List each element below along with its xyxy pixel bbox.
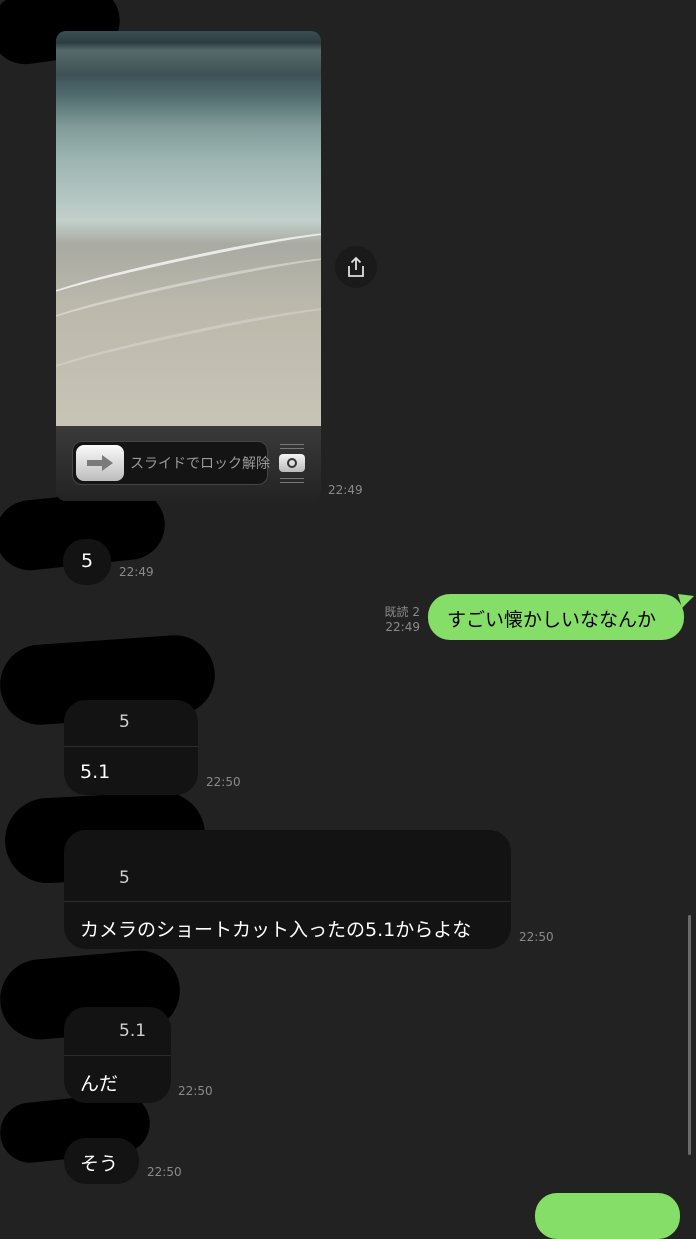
slider-knob [76, 445, 124, 481]
message-bubble[interactable]: 5 [63, 539, 111, 585]
bubble-tail [678, 594, 694, 608]
reply-message-bubble[interactable]: 5.1 んだ [64, 1007, 171, 1103]
scrollbar[interactable] [688, 915, 691, 1155]
message-text: んだ [80, 1073, 119, 1095]
share-button[interactable] [335, 246, 377, 288]
unlock-slider-label: スライドでロック解除 [130, 456, 270, 472]
message-text: 5 [81, 550, 94, 572]
lock-screen-bar: スライドでロック解除 [56, 426, 321, 501]
message-time: 22:49 [119, 565, 154, 579]
beach-photo [56, 31, 321, 426]
image-message[interactable]: スライドでロック解除 [56, 31, 321, 501]
message-text: すごい懐かしいななんか [447, 609, 657, 631]
message-time: 22:50 [206, 775, 241, 789]
message-text: そう [80, 1153, 119, 1175]
read-receipt: 既読 2 22:49 [380, 605, 420, 635]
message-bubble[interactable]: そう [64, 1138, 139, 1184]
message-time: 22:49 [385, 620, 420, 634]
message-time: 22:50 [519, 930, 554, 944]
arrow-right-icon [87, 455, 113, 471]
unlock-slider: スライドでロック解除 [72, 441, 270, 485]
message-time: 22:50 [178, 1084, 213, 1098]
quoted-text: 5.1 [119, 1021, 147, 1041]
camera-icon [279, 454, 305, 472]
message-time: 22:49 [328, 483, 363, 497]
message-text: 5.1 [80, 761, 111, 783]
quoted-text: 5 [119, 712, 130, 732]
sent-message-bubble[interactable]: すごい懐かしいななんか [428, 594, 684, 640]
quoted-text: 5 [119, 868, 130, 888]
share-icon [348, 256, 364, 277]
camera-grabber [278, 442, 306, 486]
reply-message-bubble[interactable]: 5 5.1 [64, 700, 198, 795]
reply-message-bubble[interactable]: 5 カメラのショートカット入ったの5.1からよな [64, 830, 511, 949]
message-time: 22:50 [147, 1165, 182, 1179]
read-count: 既読 2 [384, 605, 420, 619]
message-text: カメラのショートカット入ったの5.1からよな [80, 919, 472, 941]
